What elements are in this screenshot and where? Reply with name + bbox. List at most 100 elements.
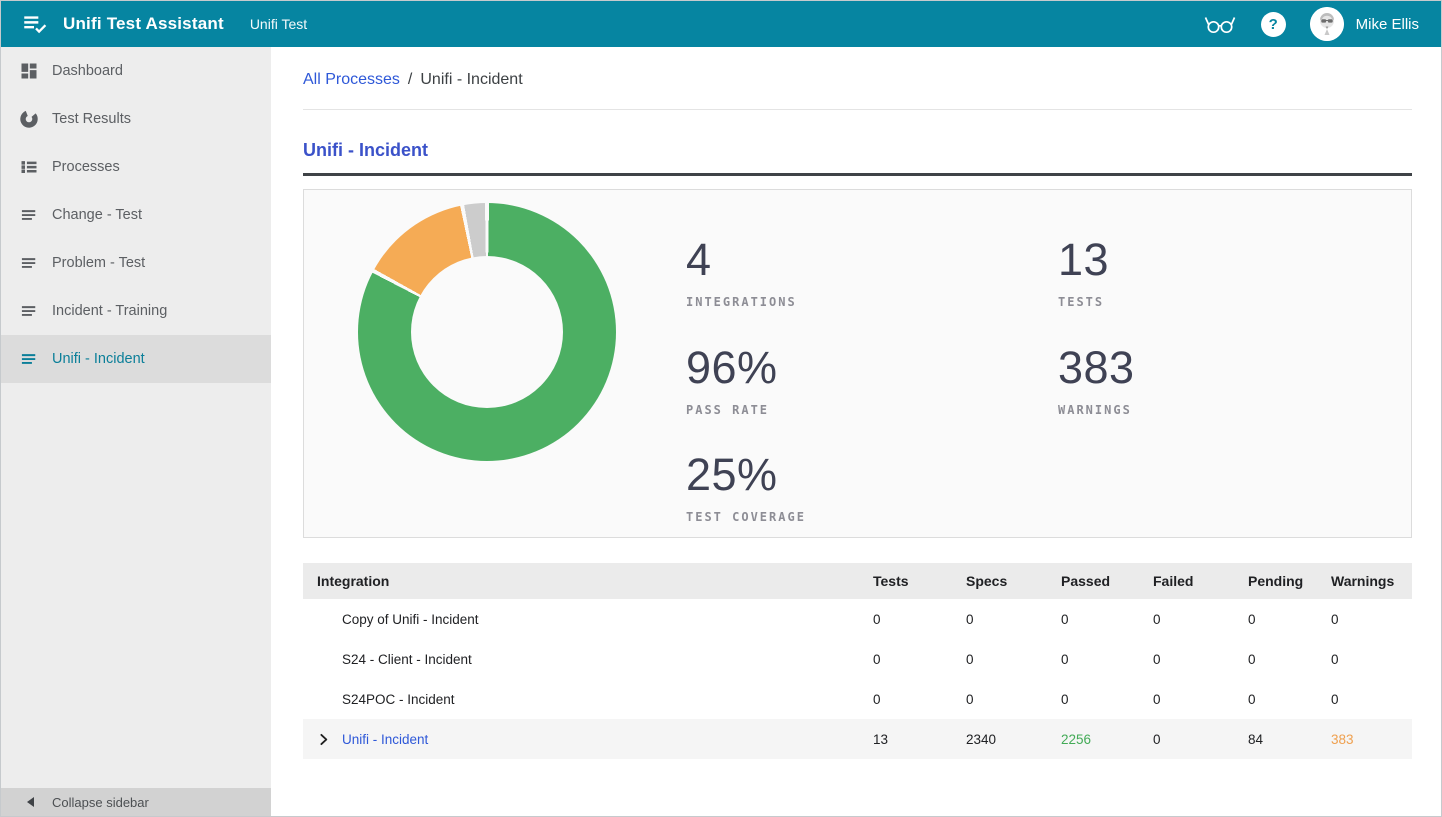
integration-name-cell: S24POC - Incident	[303, 692, 873, 707]
breadcrumb-all-processes-link[interactable]: All Processes	[303, 71, 400, 89]
top-bar-actions: ? Mike Ellis	[1203, 7, 1441, 41]
app-subtitle: Unifi Test	[250, 16, 307, 32]
sidebar-item-label: Test Results	[52, 111, 131, 127]
sidebar-item-dashboard[interactable]: Dashboard	[1, 47, 271, 95]
breadcrumb: All Processes / Unifi - Incident	[303, 71, 1412, 89]
stat-label: TEST COVERAGE	[686, 510, 806, 524]
failed-value: 0	[1153, 612, 1248, 627]
failed-value: 0	[1153, 652, 1248, 667]
warnings-value: 0	[1331, 612, 1412, 627]
stat-value: 383	[1058, 342, 1135, 394]
stat-label: INTEGRATIONS	[686, 295, 797, 309]
column-header-passed: Passed	[1061, 573, 1153, 589]
sidebar-item-unifi-incident[interactable]: Unifi - Incident	[1, 335, 271, 383]
avatar[interactable]	[1310, 7, 1344, 41]
column-header-tests: Tests	[873, 573, 966, 589]
sidebar-item-label: Incident - Training	[52, 303, 167, 319]
stat-pass-rate: 96% PASS RATE	[686, 342, 778, 417]
user-name[interactable]: Mike Ellis	[1356, 16, 1419, 33]
passed-value: 2256	[1061, 732, 1153, 747]
passed-value: 0	[1061, 612, 1153, 627]
specs-value: 0	[966, 692, 1061, 707]
collapse-arrow-icon	[27, 797, 34, 807]
pending-value: 0	[1248, 612, 1331, 627]
process-lines-icon	[19, 253, 39, 273]
collapse-sidebar-label: Collapse sidebar	[52, 795, 149, 810]
pending-value: 0	[1248, 652, 1331, 667]
stat-label: PASS RATE	[686, 403, 778, 417]
stat-label: TESTS	[1058, 295, 1109, 309]
integration-name-cell: Copy of Unifi - Incident	[303, 612, 873, 627]
integration-name-cell: S24 - Client - Incident	[303, 652, 873, 667]
warnings-value: 383	[1331, 732, 1412, 747]
warnings-value: 0	[1331, 692, 1412, 707]
column-header-warnings: Warnings	[1331, 573, 1412, 589]
tests-value: 0	[873, 612, 966, 627]
top-bar: Unifi Test Assistant Unifi Test ? Mike E	[1, 1, 1441, 47]
integration-name-cell: Unifi - Incident	[303, 731, 873, 748]
stat-integrations: 4 INTEGRATIONS	[686, 234, 797, 309]
stat-tests: 13 TESTS	[1058, 234, 1109, 309]
warnings-value: 0	[1331, 652, 1412, 667]
table-row: S24 - Client - Incident000000	[303, 639, 1412, 679]
failed-value: 0	[1153, 732, 1248, 747]
page-title: Unifi - Incident	[303, 140, 1412, 161]
stat-test-coverage: 25%TEST COVERAGE	[686, 449, 806, 524]
tests-value: 13	[873, 732, 966, 747]
table-row: S24POC - Incident000000	[303, 679, 1412, 719]
column-header-specs: Specs	[966, 573, 1061, 589]
chevron-right-icon[interactable]	[315, 731, 332, 748]
stat-value: 13	[1058, 234, 1109, 286]
stat-value: 96%	[686, 342, 778, 394]
integration-label: Copy of Unifi - Incident	[342, 612, 479, 627]
sidebar-item-problem-test[interactable]: Problem - Test	[1, 239, 271, 287]
table-header-row: IntegrationTestsSpecsPassedFailedPending…	[303, 563, 1412, 599]
sidebar: Dashboard Test Results Processes Change - T…	[1, 47, 271, 816]
sidebar-item-label: Processes	[52, 159, 120, 175]
breadcrumb-current: Unifi - Incident	[420, 71, 522, 89]
divider	[303, 109, 1412, 110]
table-row: Copy of Unifi - Incident000000	[303, 599, 1412, 639]
integration-link[interactable]: Unifi - Incident	[342, 732, 428, 747]
sidebar-item-processes[interactable]: Processes	[1, 143, 271, 191]
sidebar-item-label: Change - Test	[52, 207, 142, 223]
sidebar-item-label: Unifi - Incident	[52, 351, 145, 367]
specs-value: 0	[966, 652, 1061, 667]
process-lines-icon	[19, 205, 39, 225]
donut-chart-icon	[19, 109, 39, 129]
sidebar-nav: Dashboard Test Results Processes Change - T…	[1, 47, 271, 788]
pending-value: 0	[1248, 692, 1331, 707]
stat-label: WARNINGS	[1058, 403, 1135, 417]
glasses-icon[interactable]	[1203, 12, 1237, 36]
title-underline	[303, 173, 1412, 176]
main-content: All Processes / Unifi - Incident Unifi -…	[271, 47, 1441, 816]
summary-card: 4 INTEGRATIONS 13 TESTS 96% PASS RATE 383 WARNI…	[303, 189, 1412, 538]
passed-value: 0	[1061, 692, 1153, 707]
failed-value: 0	[1153, 692, 1248, 707]
column-header-failed: Failed	[1153, 573, 1248, 589]
sidebar-item-test-results[interactable]: Test Results	[1, 95, 271, 143]
column-header-pending: Pending	[1248, 573, 1331, 589]
help-icon[interactable]: ?	[1261, 12, 1286, 37]
app-title: Unifi Test Assistant	[63, 14, 224, 34]
specs-value: 0	[966, 612, 1061, 627]
dashboard-icon	[19, 61, 39, 81]
specs-value: 2340	[966, 732, 1061, 747]
list-icon	[19, 157, 39, 177]
tests-value: 0	[873, 652, 966, 667]
stat-value: 4	[686, 234, 797, 286]
collapse-sidebar-button[interactable]: Collapse sidebar	[1, 788, 271, 816]
sidebar-item-change-test[interactable]: Change - Test	[1, 191, 271, 239]
menu-check-icon[interactable]	[21, 11, 47, 37]
sidebar-item-incident-training[interactable]: Incident - Training	[1, 287, 271, 335]
sidebar-item-label: Dashboard	[52, 63, 123, 79]
table-row: Unifi - Incident1323402256084383	[303, 719, 1412, 759]
passed-value: 0	[1061, 652, 1153, 667]
stat-warnings: 383 WARNINGS	[1058, 342, 1135, 417]
table-body: Copy of Unifi - Incident000000S24 - Clie…	[303, 599, 1412, 759]
results-donut-chart	[358, 203, 616, 461]
process-lines-icon	[19, 349, 39, 369]
integration-label: S24POC - Incident	[342, 692, 455, 707]
breadcrumb-separator: /	[408, 71, 412, 89]
integration-label: S24 - Client - Incident	[342, 652, 472, 667]
